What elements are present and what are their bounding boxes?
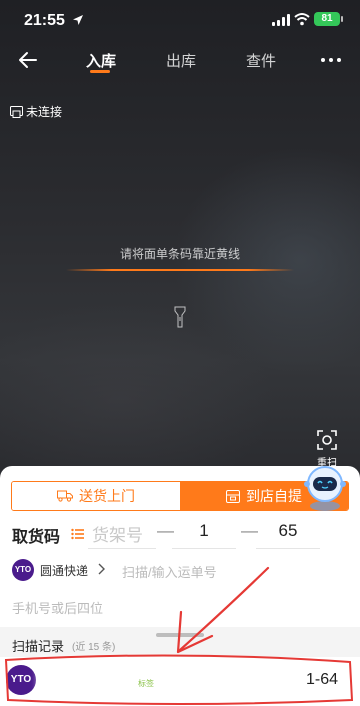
back-arrow-icon[interactable] bbox=[16, 48, 40, 72]
tracking-number-input[interactable]: 扫描/输入运单号 bbox=[122, 562, 217, 581]
code-part-2-input[interactable]: 65 bbox=[256, 521, 320, 541]
top-nav: 入库 出库 查件 bbox=[0, 40, 360, 80]
delivery-truck-icon bbox=[57, 490, 73, 502]
status-time: 21:55 bbox=[24, 12, 65, 29]
tab-inbound[interactable]: 入库 bbox=[86, 50, 116, 71]
cellular-signal-icon bbox=[272, 14, 290, 26]
delivery-mode-toggle: 送货上门 到店自提 bbox=[11, 481, 349, 511]
store-pickup-icon bbox=[226, 489, 240, 503]
battery-indicator: 81 bbox=[314, 12, 343, 26]
chevron-right-icon[interactable] bbox=[96, 563, 106, 575]
flashlight-icon[interactable] bbox=[174, 306, 186, 328]
redacted-tracking-number bbox=[44, 663, 194, 689]
door-delivery-option[interactable]: 送货上门 bbox=[12, 482, 180, 510]
pickup-code-label: 取货码 bbox=[12, 529, 61, 546]
wifi-icon bbox=[294, 13, 310, 26]
code-part-1-underline bbox=[172, 548, 236, 549]
phone-input[interactable]: 手机号或后四位 bbox=[12, 598, 103, 617]
tab-outbound[interactable]: 出库 bbox=[166, 50, 196, 71]
printer-icon bbox=[10, 105, 23, 118]
courier-row: YTO 圆通快递 扫描/输入运单号 bbox=[0, 556, 360, 582]
code-part-2-underline bbox=[256, 548, 320, 549]
active-tab-indicator bbox=[90, 70, 110, 73]
shelf-number-input[interactable]: 货架号 bbox=[92, 521, 162, 546]
store-pickup-label: 到店自提 bbox=[246, 488, 302, 504]
tab-query[interactable]: 查件 bbox=[246, 50, 276, 71]
door-delivery-label: 送货上门 bbox=[79, 488, 135, 504]
record-pickup-code: 1-64 bbox=[306, 671, 339, 688]
courier-logo: YTO bbox=[12, 559, 34, 581]
shelf-list-icon[interactable] bbox=[71, 528, 84, 540]
more-menu-icon[interactable] bbox=[320, 50, 342, 70]
status-bar: 21:55 81 bbox=[0, 0, 360, 40]
record-courier-logo: YTO bbox=[6, 665, 36, 695]
record-status-badge: 标签 bbox=[138, 679, 154, 688]
scan-records-section: 扫描记录 (近 15 条) YTO 标签 1-64 bbox=[0, 627, 360, 706]
connection-label: 未连接 bbox=[26, 105, 63, 119]
pickup-code-row: 取货码 货架号 — 1 — 65 bbox=[0, 518, 360, 552]
rescan-icon bbox=[317, 430, 337, 450]
assistant-robot-icon[interactable] bbox=[302, 462, 348, 512]
location-arrow-icon bbox=[73, 15, 83, 25]
scan-guide-line bbox=[66, 269, 294, 271]
records-title: 扫描记录 bbox=[12, 639, 65, 654]
code-part-1-input[interactable]: 1 bbox=[172, 521, 236, 541]
drag-handle[interactable] bbox=[156, 633, 204, 637]
shelf-input-underline bbox=[88, 548, 156, 549]
scan-hint: 请将面单条码靠近黄线 bbox=[119, 247, 240, 261]
records-count: (近 15 条) bbox=[72, 642, 116, 653]
bottom-panel: 送货上门 到店自提 取货码 货架号 — 1 — 65 YTO 圆通快递 扫描/输… bbox=[0, 466, 360, 706]
courier-selector[interactable]: 圆通快递 bbox=[40, 562, 88, 579]
printer-connection-status[interactable]: 未连接 bbox=[10, 103, 62, 120]
record-row[interactable]: YTO 标签 1-64 bbox=[0, 657, 360, 706]
